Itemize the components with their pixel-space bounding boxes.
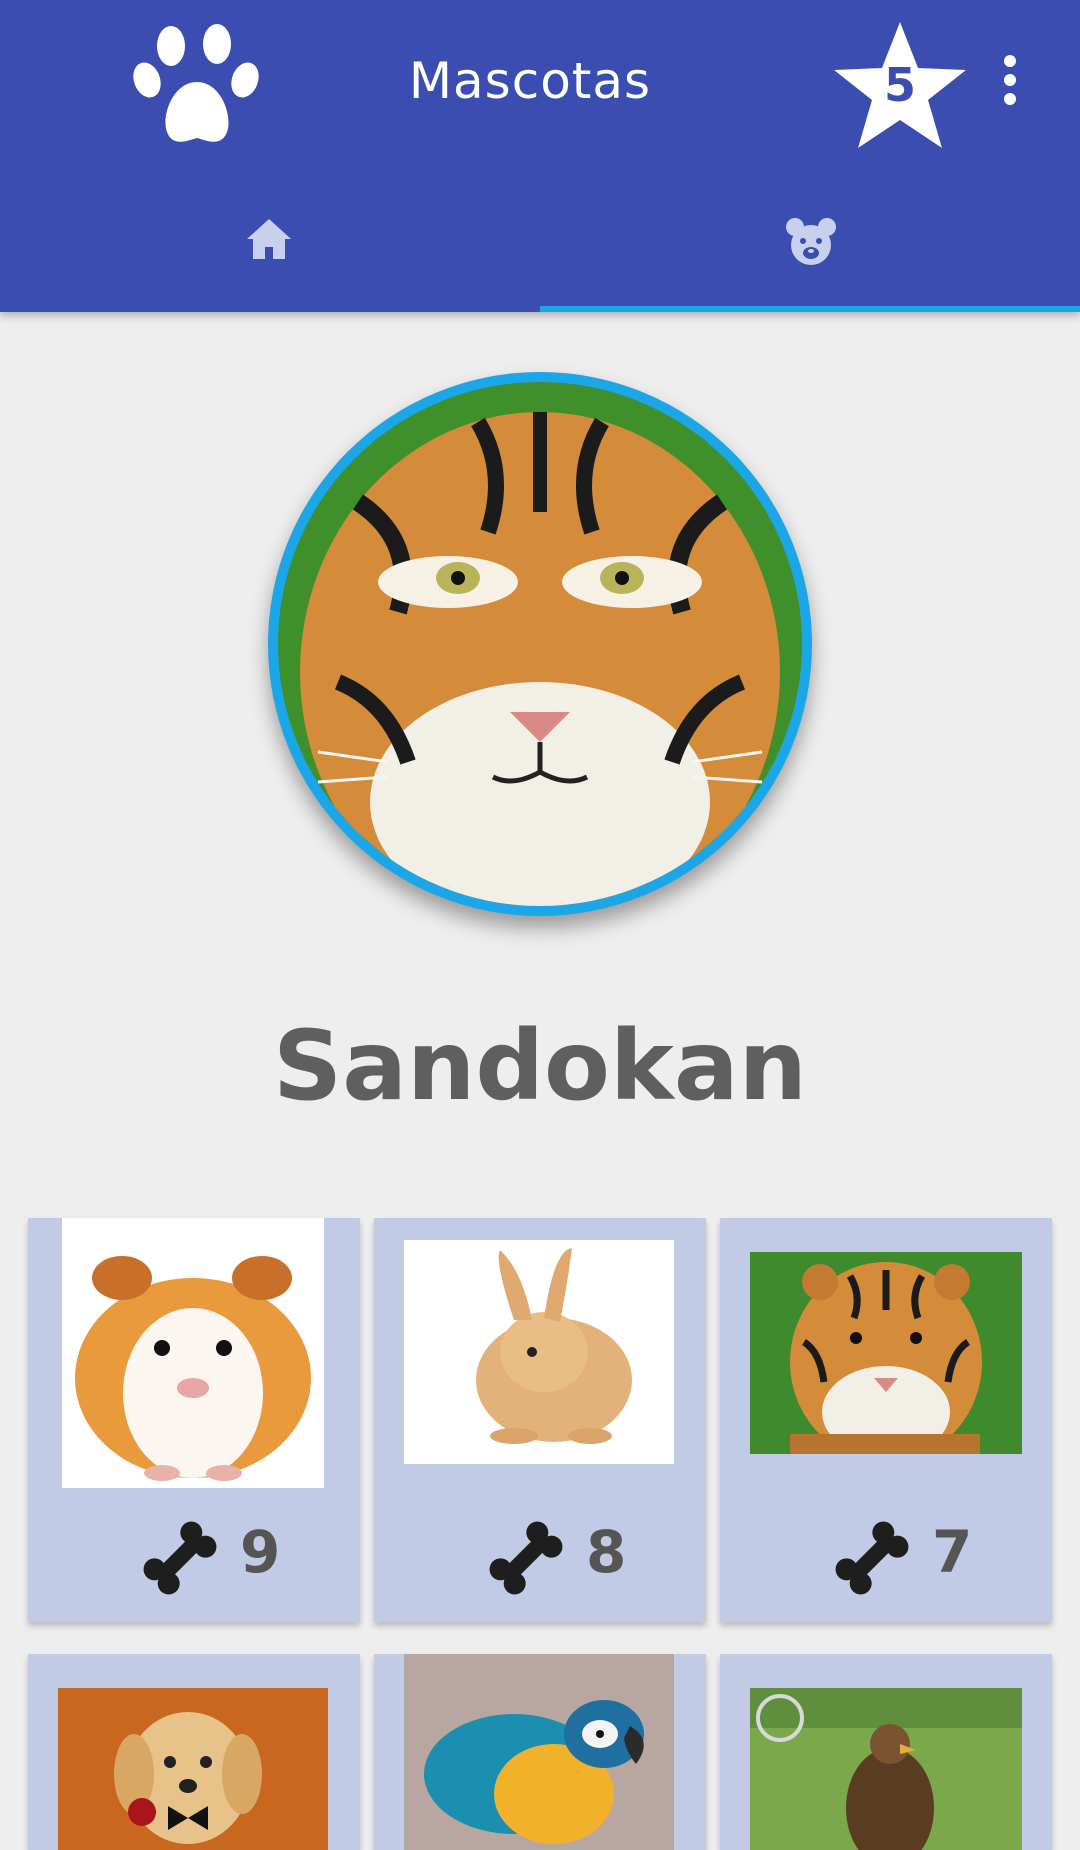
paw-icon (133, 24, 259, 142)
pet-card[interactable] (28, 1654, 360, 1850)
profile-avatar[interactable] (268, 372, 812, 916)
bone-icon (835, 1521, 909, 1595)
guinea-pig-photo (62, 1218, 324, 1488)
app-bar: Mascotas 5 (0, 0, 1080, 312)
like-count: 9 (240, 1518, 281, 1586)
pet-name: Sandokan (273, 1010, 807, 1122)
bone-icon (489, 1521, 563, 1595)
overflow-menu-icon[interactable] (990, 55, 1030, 115)
pet-card[interactable] (374, 1654, 706, 1850)
bone-icon (143, 1521, 217, 1595)
pet-card[interactable]: 9 (28, 1218, 360, 1622)
bear-face-icon (786, 218, 836, 265)
selected-tab-indicator (540, 306, 1080, 312)
like-count: 8 (586, 1518, 627, 1586)
like-count: 7 (932, 1518, 973, 1586)
app-title: Mascotas (408, 52, 652, 110)
tiger-photo (278, 382, 802, 906)
puppy-photo (58, 1688, 328, 1850)
home-icon (247, 219, 291, 259)
rating-count[interactable]: 5 (830, 58, 970, 112)
tab-home[interactable] (0, 175, 540, 312)
pet-card[interactable]: 7 (720, 1218, 1052, 1622)
eagle-photo (750, 1688, 1022, 1850)
pet-card[interactable] (720, 1654, 1052, 1850)
tab-pets[interactable] (540, 175, 1080, 312)
pet-card[interactable]: 8 (374, 1218, 706, 1622)
tiger-photo (750, 1252, 1022, 1454)
macaw-photo (404, 1654, 674, 1850)
rabbit-photo (404, 1240, 674, 1464)
